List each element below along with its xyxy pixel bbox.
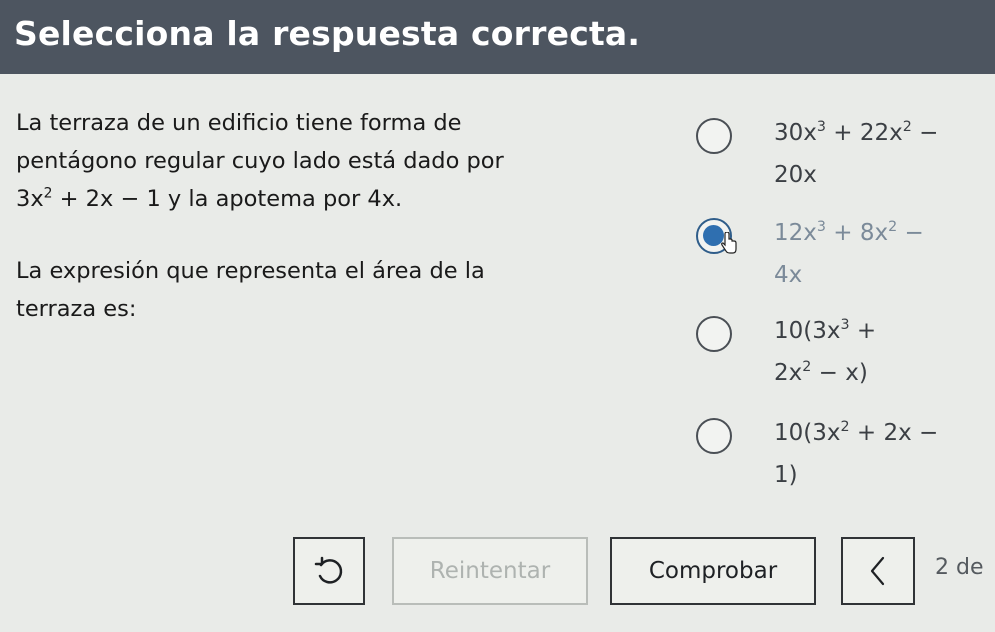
hand-cursor-icon	[721, 232, 737, 254]
question-line: pentágono regular cuyo lado está dado po…	[16, 148, 504, 174]
question-text: La terraza de un edificio tiene forma de…	[16, 104, 576, 328]
exponent: 2	[43, 185, 53, 202]
chevron-left-icon	[870, 556, 885, 586]
undo-icon	[314, 556, 343, 584]
math-term: + 2x − 1 y la apotema por 4x.	[52, 186, 403, 212]
question-line: 3x2 + 2x − 1 y la apotema por 4x.	[16, 180, 576, 218]
header-bar: Selecciona la respuesta correcta.	[0, 0, 995, 74]
retry-button[interactable]: Reintentar	[392, 537, 588, 605]
prev-button[interactable]	[841, 537, 915, 605]
answer-text: 10(3x3 + 2x2 − x)	[774, 317, 877, 386]
radio-button[interactable]	[696, 118, 732, 154]
answer-option-1[interactable]: 30x3 + 22x2 − 20x	[696, 112, 991, 202]
answer-option-2[interactable]: 12x3 + 8x2 − 4x	[696, 212, 991, 302]
check-button[interactable]: Comprobar	[610, 537, 816, 605]
question-line: La expresión que representa el área de l…	[16, 258, 485, 284]
answer-option-3[interactable]: 10(3x3 + 2x2 − x)	[696, 310, 991, 400]
math-term: 3x	[16, 186, 44, 212]
question-line: La terraza de un edificio tiene forma de	[16, 110, 462, 136]
answer-text: 12x3 + 8x2 − 4x	[774, 219, 924, 288]
answer-option-4[interactable]: 10(3x2 + 2x − 1)	[696, 412, 991, 502]
radio-button[interactable]	[696, 316, 732, 352]
radio-button[interactable]	[696, 418, 732, 454]
answer-text: 30x3 + 22x2 − 20x	[774, 119, 939, 188]
answer-text: 10(3x2 + 2x − 1)	[774, 419, 939, 488]
page-title: Selecciona la respuesta correcta.	[14, 14, 641, 53]
page-indicator: 2 de	[935, 555, 984, 580]
reset-button[interactable]	[293, 537, 365, 605]
question-line: terraza es:	[16, 296, 137, 322]
